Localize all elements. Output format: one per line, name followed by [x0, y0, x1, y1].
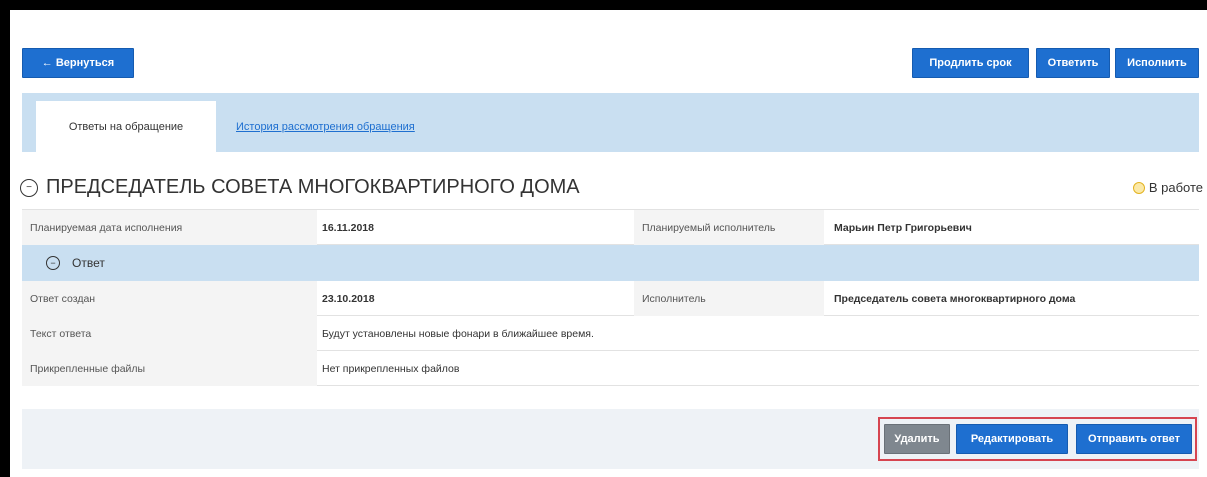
- answer-header[interactable]: − Ответ: [22, 245, 1199, 281]
- answer-executor-label: Исполнитель: [634, 281, 824, 316]
- section-title: ПРЕДСЕДАТЕЛЬ СОВЕТА МНОГОКВАРТИРНОГО ДОМ…: [46, 176, 580, 198]
- tab-answers[interactable]: Ответы на обращение: [36, 101, 216, 152]
- planned-executor-label: Планируемый исполнитель: [634, 210, 824, 245]
- minus-circle-icon[interactable]: −: [46, 256, 60, 270]
- clock-icon: [1132, 181, 1145, 194]
- planned-date-label: Планируемая дата исполнения: [30, 221, 183, 234]
- section-header[interactable]: − ПРЕДСЕДАТЕЛЬ СОВЕТА МНОГОКВАРТИРНОГО Д…: [20, 176, 580, 199]
- reply-button[interactable]: Ответить: [1036, 48, 1110, 78]
- answer-text-label: Текст ответа: [30, 327, 92, 340]
- answer-actions: Удалить Редактировать Отправить ответ: [878, 417, 1197, 461]
- answer-header-label: Ответ: [72, 256, 105, 270]
- execute-button[interactable]: Исполнить: [1115, 48, 1199, 78]
- answer-text-row: Текст ответа Будут установлены новые фон…: [22, 316, 1199, 351]
- status-text: В работе: [1148, 180, 1203, 195]
- answer-created-label: Ответ создан: [30, 292, 96, 305]
- answer-text-value: Будут установлены новые фонари в ближайш…: [322, 327, 594, 340]
- plan-row: Планируемая дата исполнения 16.11.2018 П…: [22, 210, 1199, 245]
- status-badge: В работе: [1132, 180, 1203, 195]
- planned-executor-value: Марьин Петр Григорьевич: [834, 221, 972, 234]
- answer-files-label: Прикрепленные файлы: [30, 362, 146, 375]
- answer-files-row: Прикрепленные файлы Нет прикрепленных фа…: [22, 351, 1199, 386]
- extend-deadline-button[interactable]: Продлить срок: [912, 48, 1029, 78]
- toolbar: ← Вернуться Продлить срок Ответить Испол…: [10, 10, 1207, 90]
- send-answer-button[interactable]: Отправить ответ: [1076, 424, 1192, 454]
- answer-created-value: 23.10.2018: [322, 292, 375, 305]
- back-button[interactable]: ← Вернуться: [22, 48, 134, 78]
- tabs-bar: Ответы на обращение История рассмотрения…: [22, 93, 1199, 152]
- answer-created-row: Ответ создан 23.10.2018 Исполнитель Пред…: [22, 281, 1199, 316]
- answer-executor-value: Председатель совета многоквартирного дом…: [834, 292, 1076, 305]
- edit-button[interactable]: Редактировать: [956, 424, 1068, 454]
- answer-actions-row: Удалить Редактировать Отправить ответ: [22, 409, 1199, 469]
- page: ← Вернуться Продлить срок Ответить Испол…: [10, 10, 1207, 477]
- answer-files-value: Нет прикрепленных файлов: [322, 362, 460, 375]
- delete-button[interactable]: Удалить: [884, 424, 950, 454]
- tab-history[interactable]: История рассмотрения обращения: [236, 101, 496, 152]
- details-grid: Планируемая дата исполнения 16.11.2018 П…: [22, 209, 1199, 386]
- minus-circle-icon[interactable]: −: [20, 178, 38, 197]
- planned-date-value: 16.11.2018: [322, 221, 374, 234]
